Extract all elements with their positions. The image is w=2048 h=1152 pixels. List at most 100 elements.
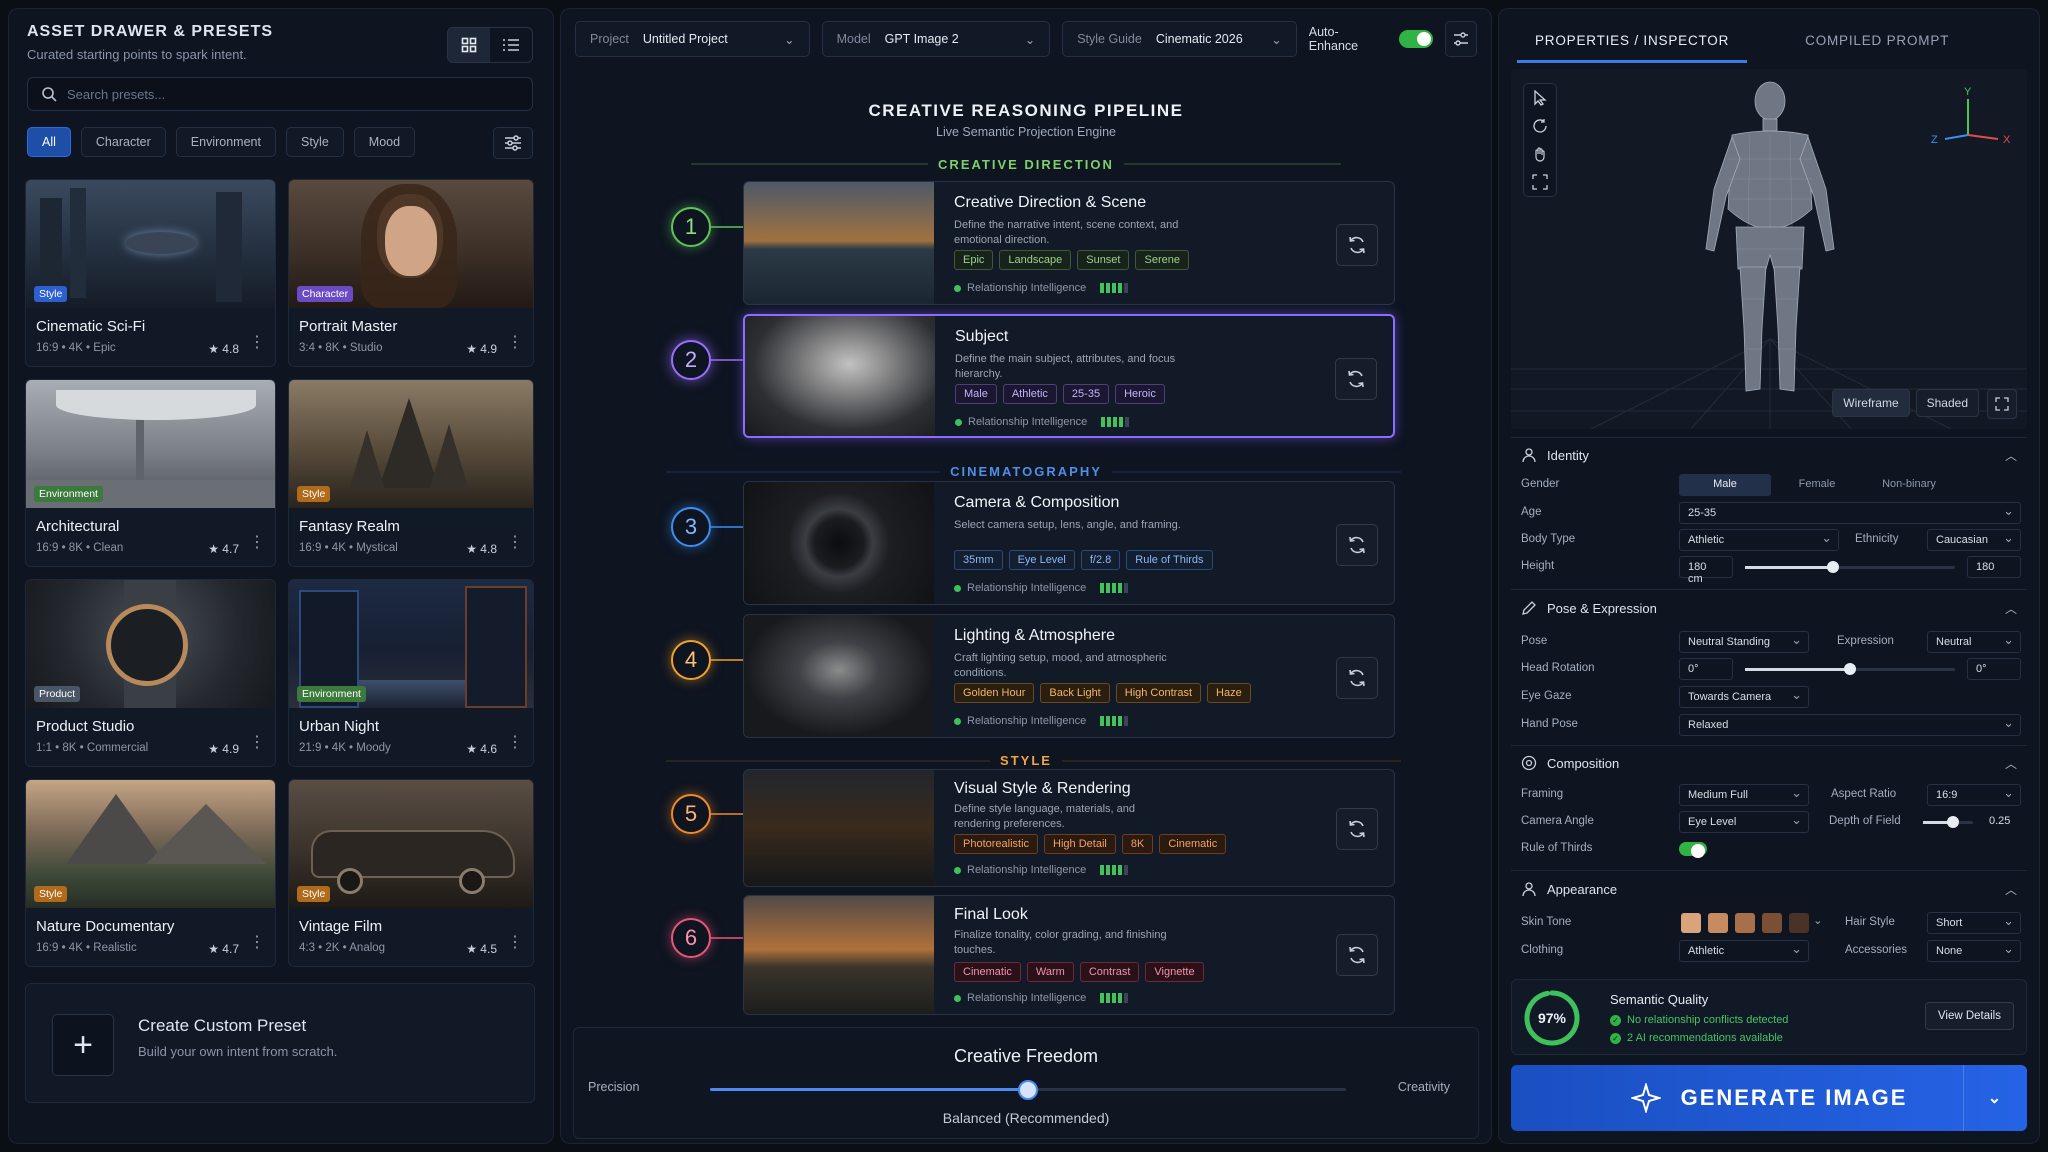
preset-search-input[interactable] — [67, 86, 467, 102]
clothing-dropdown[interactable]: Athletic — [1679, 940, 1809, 962]
height-slider[interactable] — [1745, 561, 1955, 573]
stage-tag[interactable]: Golden Hour — [954, 683, 1035, 703]
expression-dropdown[interactable]: Neutral — [1927, 631, 2021, 653]
wireframe-mode-button[interactable]: Wireframe — [1832, 389, 1910, 417]
accessories-dropdown[interactable]: None — [1927, 940, 2021, 962]
shaded-mode-button[interactable]: Shaded — [1915, 389, 1979, 417]
body-type-dropdown[interactable]: Athletic — [1679, 529, 1839, 551]
head-rotation-min[interactable]: 0° — [1679, 658, 1733, 680]
skin-swatch-1[interactable] — [1681, 913, 1701, 933]
rotate-icon[interactable] — [1532, 118, 1548, 134]
camera-angle-dropdown[interactable]: Eye Level — [1679, 811, 1809, 833]
stage-card-lighting-atmosphere[interactable]: Lighting & Atmosphere Craft lighting set… — [743, 614, 1395, 738]
chevron-up-icon[interactable]: ︿ — [2005, 447, 2017, 464]
stage-card-subject[interactable]: Subject Define the main subject, attribu… — [743, 314, 1395, 438]
filter-chip-style[interactable]: Style — [285, 127, 344, 157]
aspect-ratio-dropdown[interactable]: 16:9 — [1927, 784, 2021, 806]
slider-handle[interactable] — [1947, 816, 1959, 828]
regenerate-stage-button[interactable] — [1336, 524, 1378, 566]
tab-compiled-prompt[interactable]: COMPILED PROMPT — [1787, 23, 1967, 63]
step-node-3[interactable]: 3 — [671, 507, 711, 547]
slider-handle[interactable] — [1827, 561, 1840, 573]
stage-tag[interactable]: Rule of Thirds — [1126, 550, 1213, 570]
preset-menu-button[interactable]: ⋮ — [507, 332, 523, 352]
step-node-1[interactable]: 1 — [671, 207, 711, 247]
stage-tag[interactable]: 35mm — [954, 550, 1003, 570]
preset-card-vintage-film[interactable]: Style Vintage Film 4:3 • 2K • Analog ★ 4… — [288, 779, 534, 967]
skin-swatch-2[interactable] — [1708, 913, 1728, 933]
stage-tag[interactable]: Vignette — [1145, 962, 1204, 982]
generate-image-button[interactable]: GENERATE IMAGE ⌄ — [1511, 1065, 2027, 1131]
preset-menu-button[interactable]: ⋮ — [507, 732, 523, 752]
stage-tag[interactable]: f/2.8 — [1080, 550, 1121, 570]
filter-chip-all[interactable]: All — [27, 127, 71, 157]
hand-pan-icon[interactable] — [1532, 146, 1548, 162]
filter-chip-environment[interactable]: Environment — [175, 127, 276, 157]
stage-tag[interactable]: Male — [955, 384, 997, 404]
create-custom-preset-card[interactable]: + Create Custom Preset Build your own in… — [25, 983, 535, 1103]
stage-tag[interactable]: Heroic — [1115, 384, 1165, 404]
stage-card-creative-direction[interactable]: Creative Direction & Scene Define the na… — [743, 181, 1395, 305]
pose-dropdown[interactable]: Neutral Standing — [1679, 631, 1809, 653]
preset-menu-button[interactable]: ⋮ — [507, 532, 523, 552]
grid-view-button[interactable] — [448, 28, 490, 62]
step-node-6[interactable]: 6 — [671, 918, 711, 958]
chevron-up-icon[interactable]: ︿ — [2005, 755, 2017, 772]
filter-settings-button[interactable] — [493, 127, 533, 159]
filter-chip-mood[interactable]: Mood — [353, 127, 416, 157]
stage-card-final-look[interactable]: Final Look Finalize tonality, color grad… — [743, 895, 1395, 1015]
preset-card-nature-documentary[interactable]: Style Nature Documentary 16:9 • 4K • Rea… — [25, 779, 276, 967]
stage-tag[interactable]: Landscape — [999, 250, 1072, 270]
step-node-2[interactable]: 2 — [671, 340, 711, 380]
stage-tag[interactable]: Back Light — [1040, 683, 1110, 703]
tab-properties-inspector[interactable]: PROPERTIES / INSPECTOR — [1517, 23, 1748, 63]
cursor-icon[interactable] — [1533, 90, 1547, 106]
creative-freedom-slider[interactable] — [710, 1080, 1346, 1100]
preset-menu-button[interactable]: ⋮ — [507, 932, 523, 952]
composition-section-header[interactable]: Composition ︿ — [1511, 748, 2027, 778]
regenerate-stage-button[interactable] — [1336, 808, 1378, 850]
stage-tag[interactable]: Photorealistic — [954, 834, 1039, 854]
preset-menu-button[interactable]: ⋮ — [249, 932, 265, 952]
stage-tag[interactable]: Contrast — [1079, 962, 1140, 982]
stage-tag[interactable]: Warm — [1026, 962, 1074, 982]
stage-tag[interactable]: Eye Level — [1008, 550, 1075, 570]
stage-tag[interactable]: High Contrast — [1115, 683, 1202, 703]
stage-tag[interactable]: Sunset — [1077, 250, 1130, 270]
hair-style-dropdown[interactable]: Short — [1927, 912, 2021, 934]
fullscreen-button[interactable] — [1987, 389, 2017, 419]
appearance-section-header[interactable]: Appearance ︿ — [1511, 874, 2027, 904]
gender-option-male[interactable]: Male — [1679, 474, 1771, 496]
preset-card-fantasy-realm[interactable]: Style Fantasy Realm 16:9 • 4K • Mystical… — [288, 379, 534, 567]
preset-menu-button[interactable]: ⋮ — [249, 732, 265, 752]
stage-tag[interactable]: Haze — [1207, 683, 1251, 703]
framing-dropdown[interactable]: Medium Full — [1679, 784, 1809, 806]
generate-options-button[interactable]: ⌄ — [1963, 1065, 2027, 1131]
preset-search-box[interactable] — [27, 77, 533, 111]
chevron-up-icon[interactable]: ︿ — [2005, 600, 2017, 617]
stage-tag[interactable]: Epic — [954, 250, 994, 270]
hand-pose-dropdown[interactable]: Relaxed — [1679, 714, 2021, 736]
chevron-up-icon[interactable]: ︿ — [2005, 881, 2017, 898]
preset-card-cinematic-sci-fi[interactable]: Style Cinematic Sci-Fi 16:9 • 4K • Epic … — [25, 179, 276, 367]
slider-handle[interactable] — [1018, 1080, 1038, 1100]
slider-handle[interactable] — [1844, 663, 1856, 675]
chevron-down-icon[interactable]: ⌄ — [1813, 913, 1823, 927]
age-dropdown[interactable]: 25-35 — [1679, 502, 2021, 524]
depth-of-field-slider[interactable] — [1923, 816, 1973, 828]
gender-option-female[interactable]: Female — [1771, 474, 1863, 496]
step-node-5[interactable]: 5 — [671, 794, 711, 834]
list-view-button[interactable] — [490, 28, 532, 62]
stage-tag[interactable]: Cinematic — [954, 962, 1021, 982]
filter-chip-character[interactable]: Character — [80, 127, 166, 157]
eye-gaze-dropdown[interactable]: Towards Camera — [1679, 686, 1809, 708]
stage-tag[interactable]: 25-35 — [1062, 384, 1110, 404]
skin-swatch-5[interactable] — [1789, 913, 1809, 933]
preset-card-architectural[interactable]: Environment Architectural 16:9 • 8K • Cl… — [25, 379, 276, 567]
step-node-4[interactable]: 4 — [671, 640, 711, 680]
skin-swatch-3[interactable] — [1735, 913, 1755, 933]
height-value[interactable]: 180 — [1967, 556, 2021, 578]
gender-option-non-binary[interactable]: Non-binary — [1863, 474, 1955, 496]
preset-menu-button[interactable]: ⋮ — [249, 332, 265, 352]
fit-view-icon[interactable] — [1532, 174, 1548, 190]
